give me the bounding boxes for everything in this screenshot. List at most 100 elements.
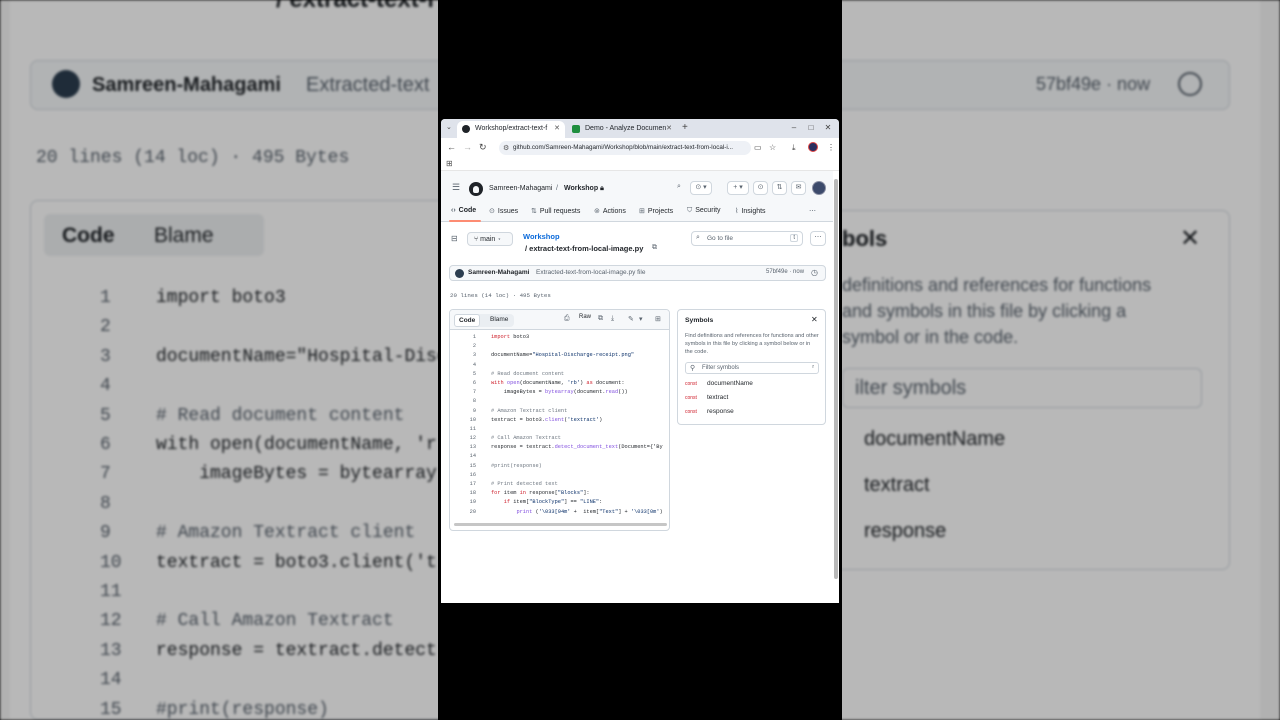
line-number[interactable]: 14 <box>464 453 476 459</box>
copy-path-icon[interactable]: ⧉ <box>652 244 657 252</box>
close-tab-icon[interactable]: ✕ <box>666 124 672 132</box>
code-line[interactable]: 9 # Amazon Textract client <box>450 408 669 417</box>
tab-search-icon[interactable]: ⌄ <box>446 123 452 131</box>
code-line[interactable]: 15 #print(response) <box>450 463 669 472</box>
line-number[interactable]: 12 <box>464 435 476 441</box>
user-avatar[interactable] <box>812 181 826 195</box>
commit-author-avatar[interactable] <box>455 269 464 278</box>
tab-issues[interactable]: ⊙ Issues <box>489 207 518 215</box>
copilot-icon[interactable]: ⊙ ▾ <box>690 181 712 195</box>
line-number[interactable]: 15 <box>464 463 476 469</box>
code-line[interactable]: 17 # Print detected text <box>450 481 669 490</box>
download-icon[interactable]: ⤓ <box>792 143 796 153</box>
history-icon[interactable]: ◷ <box>811 268 818 277</box>
more-options-icon[interactable]: ⋯ <box>810 231 826 246</box>
code-line[interactable]: 20 print ('\033[94m' + item["Text"] + '\… <box>450 509 669 518</box>
tab-insights[interactable]: ⌇ Insights <box>735 207 766 215</box>
code-line[interactable]: 16 <box>450 472 669 481</box>
commit-message[interactable]: Extracted-text-from-local-image.py file <box>536 269 645 276</box>
commit-sha[interactable]: 57bf49e · now <box>766 269 804 275</box>
code-view-button[interactable]: Code <box>454 314 481 327</box>
line-number[interactable]: 3 <box>464 352 476 358</box>
code-line[interactable]: 11 <box>450 426 669 435</box>
maximize-icon[interactable]: □ <box>805 122 817 134</box>
new-tab-icon[interactable]: + <box>682 122 688 133</box>
apps-grid-icon[interactable]: ⊞ <box>446 159 453 168</box>
browser-tab-demo[interactable]: Demo - Analyze Documen ✕ <box>567 121 677 138</box>
line-number[interactable]: 1 <box>464 334 476 340</box>
code-line[interactable]: 2 <box>450 343 669 352</box>
code-line[interactable]: 12 # Call Amazon Textract <box>450 435 669 444</box>
tab-code[interactable]: ‹› Code <box>451 207 476 214</box>
line-number[interactable]: 5 <box>464 371 476 377</box>
breadcrumb-owner[interactable]: Samreen-Mahagami <box>489 185 552 192</box>
horizontal-scrollbar[interactable] <box>454 523 667 526</box>
go-to-file-input[interactable]: ⌕ Go to file t <box>691 231 803 246</box>
code-line[interactable]: 10 textract = boto3.client('textract') <box>450 417 669 426</box>
close-tab-icon[interactable]: ✕ <box>554 124 560 132</box>
tab-actions[interactable]: ⊚ Actions <box>594 207 626 215</box>
line-number[interactable]: 11 <box>464 426 476 432</box>
code-line[interactable]: 19 if item["BlockType"] == "LINE": <box>450 499 669 508</box>
reload-icon[interactable]: ↻ <box>479 142 487 153</box>
preview-icon[interactable]: ⎙ <box>564 315 570 323</box>
code-lines[interactable]: 1 import boto3 2 3 documentName="Hospital-Di… <box>450 334 669 518</box>
symbol-item[interactable]: const textract <box>685 394 728 405</box>
inbox-icon[interactable]: ✉ <box>791 181 806 195</box>
line-number[interactable]: 10 <box>464 417 476 423</box>
code-line[interactable]: 13 response = textract.detect_document_te… <box>450 444 669 453</box>
more-nav-icon[interactable]: ⋯ <box>809 207 816 215</box>
search-icon[interactable]: ⌕ <box>672 181 686 195</box>
line-number[interactable]: 2 <box>464 343 476 349</box>
line-number[interactable]: 20 <box>464 509 476 515</box>
close-window-icon[interactable]: ✕ <box>822 122 834 134</box>
tab-pull-requests[interactable]: ⇅ Pull requests <box>531 207 580 215</box>
line-number[interactable]: 8 <box>464 398 476 404</box>
url-field[interactable]: ⚙ github.com/Samreen-Mahagami/Workshop/b… <box>499 141 751 155</box>
line-number[interactable]: 9 <box>464 408 476 414</box>
branch-selector[interactable]: ⑂ main ▾ <box>467 232 513 246</box>
commit-author[interactable]: Samreen-Mahagami <box>468 269 529 276</box>
back-icon[interactable]: ← <box>447 142 456 152</box>
download-icon[interactable]: ⤓ <box>611 315 614 323</box>
close-icon[interactable]: ✕ <box>811 315 818 324</box>
site-info-icon[interactable]: ⚙ <box>503 144 509 152</box>
code-line[interactable]: 1 import boto3 <box>450 334 669 343</box>
issues-icon[interactable]: ⊙ <box>753 181 768 195</box>
code-line[interactable]: 4 <box>450 362 669 371</box>
github-logo-icon[interactable] <box>469 182 483 196</box>
edit-pencil-icon[interactable]: ✎ <box>628 315 634 323</box>
minimize-icon[interactable]: – <box>788 122 800 134</box>
code-line[interactable]: 3 documentName="Hospital-Discharge-receip… <box>450 352 669 361</box>
code-line[interactable]: 8 <box>450 398 669 407</box>
symbols-panel-icon[interactable]: ⊞ <box>655 315 661 323</box>
cast-icon[interactable]: ▭ <box>754 143 762 152</box>
line-number[interactable]: 7 <box>464 389 476 395</box>
line-number[interactable]: 4 <box>464 362 476 368</box>
bookmark-star-icon[interactable]: ☆ <box>769 143 776 152</box>
blame-view-button[interactable]: Blame <box>486 316 512 325</box>
code-line[interactable]: 5 # Read document content <box>450 371 669 380</box>
code-line[interactable]: 6 with open(documentName, 'rb') as docume… <box>450 380 669 389</box>
forward-icon[interactable]: → <box>463 142 472 152</box>
line-number[interactable]: 6 <box>464 380 476 386</box>
repo-link[interactable]: Workshop <box>523 232 560 241</box>
pull-requests-icon[interactable]: ⇅ <box>772 181 787 195</box>
tab-security[interactable]: ⛉ Security <box>687 207 721 215</box>
browser-tab-github[interactable]: Workshop/extract-text-f ✕ <box>457 121 565 138</box>
page-scrollbar[interactable] <box>834 179 838 579</box>
line-number[interactable]: 13 <box>464 444 476 450</box>
line-number[interactable]: 16 <box>464 472 476 478</box>
breadcrumb-repo[interactable]: Workshop 🔒︎ <box>564 185 604 193</box>
sidepanel-toggle-icon[interactable]: ⊟ <box>451 234 458 243</box>
filter-symbols-input[interactable]: ⚲ Filter symbols r <box>685 362 819 374</box>
symbol-item[interactable]: const documentName <box>685 380 753 391</box>
code-line[interactable]: 7 imageBytes = bytearray(document.read()… <box>450 389 669 398</box>
line-number[interactable]: 19 <box>464 499 476 505</box>
line-number[interactable]: 18 <box>464 490 476 496</box>
copy-icon[interactable]: ⧉ <box>598 315 603 323</box>
create-new-icon[interactable]: + ▾ <box>727 181 749 195</box>
symbol-item[interactable]: const response <box>685 408 734 419</box>
hamburger-menu-icon[interactable]: ☰ <box>452 182 460 193</box>
line-number[interactable]: 17 <box>464 481 476 487</box>
